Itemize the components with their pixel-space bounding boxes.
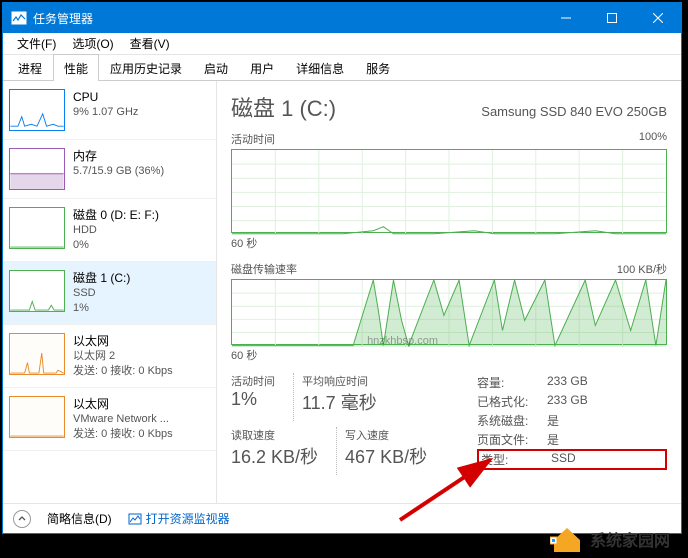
prop-formatted-k: 已格式化: xyxy=(477,393,547,410)
net1-sub2: 发送: 0 接收: 0 Kbps xyxy=(73,364,210,379)
sidebar-item-net1[interactable]: 以太网 以太网 2 发送: 0 接收: 0 Kbps xyxy=(3,325,216,388)
stat-avg-resp-value: 11.7 毫秒 xyxy=(302,389,377,415)
tab-startup[interactable]: 启动 xyxy=(193,54,239,81)
memory-title: 内存 xyxy=(73,148,210,164)
prop-formatted-v: 233 GB xyxy=(547,393,667,410)
net2-sub1: VMware Network ... xyxy=(73,412,210,427)
open-resmon-text: 打开资源监视器 xyxy=(146,510,230,527)
fewer-details-label[interactable]: 简略信息(D) xyxy=(47,510,112,527)
net1-thumb xyxy=(9,333,65,375)
sidebar-item-disk1[interactable]: 磁盘 1 (C:) SSD 1% xyxy=(3,262,216,325)
active-time-graph xyxy=(231,149,667,233)
memory-thumb xyxy=(9,148,65,190)
prop-pagefile-v: 是 xyxy=(547,431,667,448)
stat-active-time-label: 活动时间 xyxy=(231,373,275,389)
transfer-rate-graph xyxy=(231,279,667,345)
prop-sysdisk-v: 是 xyxy=(547,412,667,429)
net1-title: 以太网 xyxy=(73,333,210,349)
disk0-sub1: HDD xyxy=(73,223,210,238)
window-title: 任务管理器 xyxy=(33,10,93,27)
prop-pagefile-k: 页面文件: xyxy=(477,431,547,448)
tab-strip: 进程 性能 应用历史记录 启动 用户 详细信息 服务 xyxy=(3,55,681,81)
app-icon xyxy=(11,10,27,26)
maximize-button[interactable] xyxy=(589,3,635,33)
prop-type-highlight: 类型:SSD xyxy=(477,449,667,470)
disk0-thumb xyxy=(9,207,65,249)
tab-details[interactable]: 详细信息 xyxy=(285,54,355,81)
sidebar-item-cpu[interactable]: CPU 9% 1.07 GHz xyxy=(3,81,216,140)
tab-processes[interactable]: 进程 xyxy=(7,54,53,81)
graph1-label: 活动时间 xyxy=(231,131,275,147)
stats-grid: 活动时间 1% 平均响应时间 11.7 毫秒 读取速度 16.2 KB/秒 写入… xyxy=(231,373,667,475)
menu-view[interactable]: 查看(V) xyxy=(122,33,178,54)
disk0-title: 磁盘 0 (D: E: F:) xyxy=(73,207,210,223)
net2-title: 以太网 xyxy=(73,396,210,412)
menu-options[interactable]: 选项(O) xyxy=(64,33,121,54)
watermark-logo-icon xyxy=(550,524,584,554)
graph2-max: 100 KB/秒 xyxy=(617,261,667,277)
prop-type-k: 类型: xyxy=(481,451,551,468)
cpu-sub: 9% 1.07 GHz xyxy=(73,105,210,120)
prop-sysdisk-k: 系统磁盘: xyxy=(477,412,547,429)
graph2-label: 磁盘传输速率 xyxy=(231,261,297,277)
stat-read-value: 16.2 KB/秒 xyxy=(231,443,318,469)
close-button[interactable] xyxy=(635,3,681,33)
stat-avg-resp-label: 平均响应时间 xyxy=(302,373,377,389)
disk1-title: 磁盘 1 (C:) xyxy=(73,270,210,286)
stat-write-value: 467 KB/秒 xyxy=(345,443,427,469)
stat-write-label: 写入速度 xyxy=(345,427,427,443)
graph1-xaxis: 60 秒 xyxy=(231,235,667,251)
prop-type-v: SSD xyxy=(551,451,663,468)
tab-users[interactable]: 用户 xyxy=(239,54,285,81)
menu-file[interactable]: 文件(F) xyxy=(9,33,64,54)
sidebar-item-disk0[interactable]: 磁盘 0 (D: E: F:) HDD 0% xyxy=(3,199,216,262)
task-manager-window: 任务管理器 文件(F) 选项(O) 查看(V) 进程 性能 应用历史记录 启动 … xyxy=(2,2,682,534)
tab-performance[interactable]: 性能 xyxy=(53,54,99,81)
cpu-thumb xyxy=(9,89,65,131)
watermark-text: 系统家园网 xyxy=(590,527,670,551)
fewer-details-toggle[interactable] xyxy=(13,510,31,528)
content-area: CPU 9% 1.07 GHz 内存 5.7/15.9 GB (36%) xyxy=(3,81,681,503)
cpu-title: CPU xyxy=(73,89,210,105)
sidebar-item-memory[interactable]: 内存 5.7/15.9 GB (36%) xyxy=(3,140,216,199)
memory-sub: 5.7/15.9 GB (36%) xyxy=(73,164,210,179)
net1-sub1: 以太网 2 xyxy=(73,349,210,364)
detail-pane: 磁盘 1 (C:) Samsung SSD 840 EVO 250GB 活动时间… xyxy=(217,81,681,503)
stat-active-time-value: 1% xyxy=(231,389,275,410)
titlebar: 任务管理器 xyxy=(3,3,681,33)
detail-title: 磁盘 1 (C:) xyxy=(231,91,336,123)
disk1-sub2: 1% xyxy=(73,301,210,316)
performance-sidebar: CPU 9% 1.07 GHz 内存 5.7/15.9 GB (36%) xyxy=(3,81,217,503)
graph1-max: 100% xyxy=(639,131,667,147)
prop-capacity-k: 容量: xyxy=(477,374,547,391)
prop-capacity-v: 233 GB xyxy=(547,374,667,391)
disk1-thumb xyxy=(9,270,65,312)
sidebar-item-net2[interactable]: 以太网 VMware Network ... 发送: 0 接收: 0 Kbps xyxy=(3,388,216,451)
detail-model: Samsung SSD 840 EVO 250GB xyxy=(481,104,667,119)
disk1-sub1: SSD xyxy=(73,286,210,301)
disk0-sub2: 0% xyxy=(73,238,210,253)
open-resmon-link[interactable]: 打开资源监视器 xyxy=(128,510,230,527)
menubar: 文件(F) 选项(O) 查看(V) xyxy=(3,33,681,55)
graph2-xaxis: 60 秒 xyxy=(231,347,667,363)
watermark: 系统家园网 xyxy=(550,524,670,554)
stat-read-label: 读取速度 xyxy=(231,427,318,443)
net2-thumb xyxy=(9,396,65,438)
tab-apphistory[interactable]: 应用历史记录 xyxy=(99,54,193,81)
minimize-button[interactable] xyxy=(543,3,589,33)
tab-services[interactable]: 服务 xyxy=(355,54,401,81)
net2-sub2: 发送: 0 接收: 0 Kbps xyxy=(73,427,210,442)
